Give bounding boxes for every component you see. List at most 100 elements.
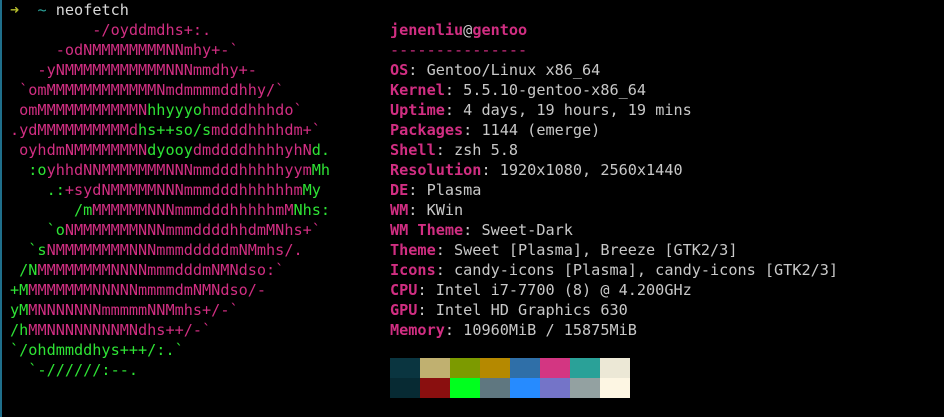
logo-segment: +sydNMMMMMNNNmmmdddhhhhhhm: [64, 181, 303, 199]
logo-segment: yM: [10, 301, 29, 319]
info-colon: :: [417, 281, 436, 299]
logo-line: .ydMMMMMMMMMMdhs++so/smdddhhhhdm+`: [10, 120, 321, 140]
logo-line: omMMMMMMMMMMMNhhyyyohmdddhhhdo`: [10, 100, 303, 120]
color-swatch: [540, 358, 570, 378]
info-row: Resolution: 1920x1080, 2560x1440: [390, 160, 683, 180]
logo-line: -odNMMMMMMMMNNmhy+-`: [10, 40, 239, 60]
logo-segment: hs++so/s: [138, 121, 212, 139]
info-value: 4 days, 19 hours, 19 mins: [463, 101, 692, 119]
logo-segment: +M: [10, 281, 29, 299]
info-key: Memory: [390, 321, 445, 339]
logo-segment: MMMMMMMMNNNNmmmdddmNMNdso:`: [37, 261, 285, 279]
info-key: Uptime: [390, 101, 445, 119]
logo-segment: .:: [10, 181, 65, 199]
logo-segment: :o: [10, 161, 47, 179]
info-row: Uptime: 4 days, 19 hours, 19 mins: [390, 100, 692, 120]
logo-line: `-//////:--.: [10, 360, 138, 380]
info-row: Shell: zsh 5.8: [390, 140, 518, 160]
logo-segment: `-//////:--.: [10, 361, 139, 379]
info-value: 10960MiB / 15875MiB: [463, 321, 637, 339]
info-row: Icons: candy-icons [Plasma], candy-icons…: [390, 260, 838, 280]
logo-segment: yhhdNNMMMMMMMNNNmmdddhhhhhyym: [46, 161, 312, 179]
info-value: Sweet [Plasma], Breeze [GTK2/3]: [454, 241, 738, 259]
info-key: CPU: [390, 281, 418, 299]
info-value: 1144 (emerge): [481, 121, 601, 139]
logo-segment: `omMMMMMMMMMMMMNmdmmmmddhhy/`: [10, 81, 285, 99]
logo-line: .:+sydNMMMMMNNNmmmdddhhhhhhmMy: [10, 180, 321, 200]
info-row: WM Theme: Sweet-Dark: [390, 220, 573, 240]
logo-segment: -/oyddmdhs+:.: [10, 21, 212, 39]
logo-line: /hMMNNNNNNNNMNdhs++/-`: [10, 320, 211, 340]
logo-segment: NMMMMMMMMNNNmmmdddddmNMmhs/.: [46, 241, 303, 259]
info-row: Theme: Sweet [Plasma], Breeze [GTK2/3]: [390, 240, 737, 260]
logo-segment: d.: [311, 141, 331, 159]
color-swatch: [540, 378, 570, 398]
logo-segment: omMMMMMMMMMMMN: [10, 101, 148, 119]
info-value: candy-icons [Plasma], candy-icons [GTK2/…: [454, 261, 839, 279]
info-colon: :: [435, 241, 455, 259]
info-value: 5.5.10-gentoo-x86_64: [463, 81, 647, 99]
prompt-directory: ~: [37, 1, 47, 19]
info-colon: :: [435, 141, 455, 159]
logo-segment: mdddhhhhdm+`: [211, 121, 321, 139]
color-swatch: [390, 378, 420, 398]
terminal-window[interactable]: ➜ ~ neofetch -/oyddmdhs+:. -odNMMMMMMMMN…: [0, 0, 944, 417]
info-key: Resolution: [390, 161, 482, 179]
logo-segment: Nhs:: [293, 201, 331, 219]
info-key: WM: [390, 201, 409, 219]
info-value: Sweet-Dark: [481, 221, 573, 239]
logo-segment: `s: [10, 241, 47, 259]
logo-segment: /N: [10, 261, 38, 279]
info-colon: :: [417, 301, 436, 319]
logo-line: +MMMMMMMMNNNNNmmmmdmNMNdso/-: [10, 280, 266, 300]
info-key: GPU: [390, 301, 418, 319]
logo-line: oyhdmNMMMMMMMNdyooydmddddhhhhyhNd.: [10, 140, 330, 160]
logo-segment: `o: [10, 221, 65, 239]
info-key: Packages: [390, 121, 464, 139]
username: jenenliu: [390, 21, 464, 39]
logo-segment: Mh: [311, 161, 331, 179]
info-value: zsh 5.8: [454, 141, 519, 159]
command-prompt: ➜ ~ neofetch: [10, 0, 129, 20]
info-colon: :: [444, 81, 464, 99]
color-swatch: [390, 358, 420, 378]
logo-line: `oNMMMMMMMNNNmmmddddhhdmMNhs+`: [10, 220, 321, 240]
info-key: Theme: [390, 241, 436, 259]
color-swatch: [480, 378, 510, 398]
prompt-command: neofetch: [55, 1, 129, 19]
info-row: DE: Plasma: [390, 180, 481, 200]
color-swatch: [510, 378, 540, 398]
info-value: Intel HD Graphics 630: [435, 301, 628, 319]
info-colon: :: [408, 201, 427, 219]
logo-line: :oyhhdNNMMMMMMMNNNmmdddhhhhhyymMh: [10, 160, 330, 180]
logo-segment: dyooy: [147, 141, 193, 159]
logo-segment: MNNNNNNNmmmmmNNMmhs+/-`: [28, 301, 239, 319]
color-palette: [390, 358, 630, 398]
color-swatch: [570, 378, 600, 398]
logo-segment: My: [302, 181, 321, 199]
info-key: Kernel: [390, 81, 445, 99]
info-key: OS: [390, 61, 409, 79]
info-key: WM Theme: [390, 221, 464, 239]
logo-segment: /m: [10, 201, 93, 219]
logo-segment: .ydMMMMMMMMMMd: [10, 121, 139, 139]
info-colon: :: [435, 261, 455, 279]
info-colon: :: [444, 101, 464, 119]
logo-segment: MMMMMMNNNmmmdddhhhhhmM: [92, 201, 294, 219]
prompt-arrow-icon: ➜: [10, 1, 20, 19]
info-value: Gentoo/Linux x86_64: [426, 61, 601, 79]
logo-segment: MMMMMMMNNNNNmmmmdmNMNdso/-: [28, 281, 267, 299]
info-colon: :: [408, 181, 427, 199]
color-swatch: [480, 358, 510, 378]
logo-segment: hhyyyo: [147, 101, 203, 119]
info-value: 1920x1080, 2560x1440: [499, 161, 683, 179]
logo-segment: /h: [10, 321, 29, 339]
info-key: Icons: [390, 261, 436, 279]
logo-segment: hmdddhhhdo`: [202, 101, 303, 119]
info-row: WM: KWin: [390, 200, 463, 220]
info-colon: :: [408, 61, 427, 79]
color-swatch: [450, 358, 480, 378]
info-colon: :: [481, 161, 500, 179]
info-key: DE: [390, 181, 409, 199]
color-swatch: [510, 358, 540, 378]
